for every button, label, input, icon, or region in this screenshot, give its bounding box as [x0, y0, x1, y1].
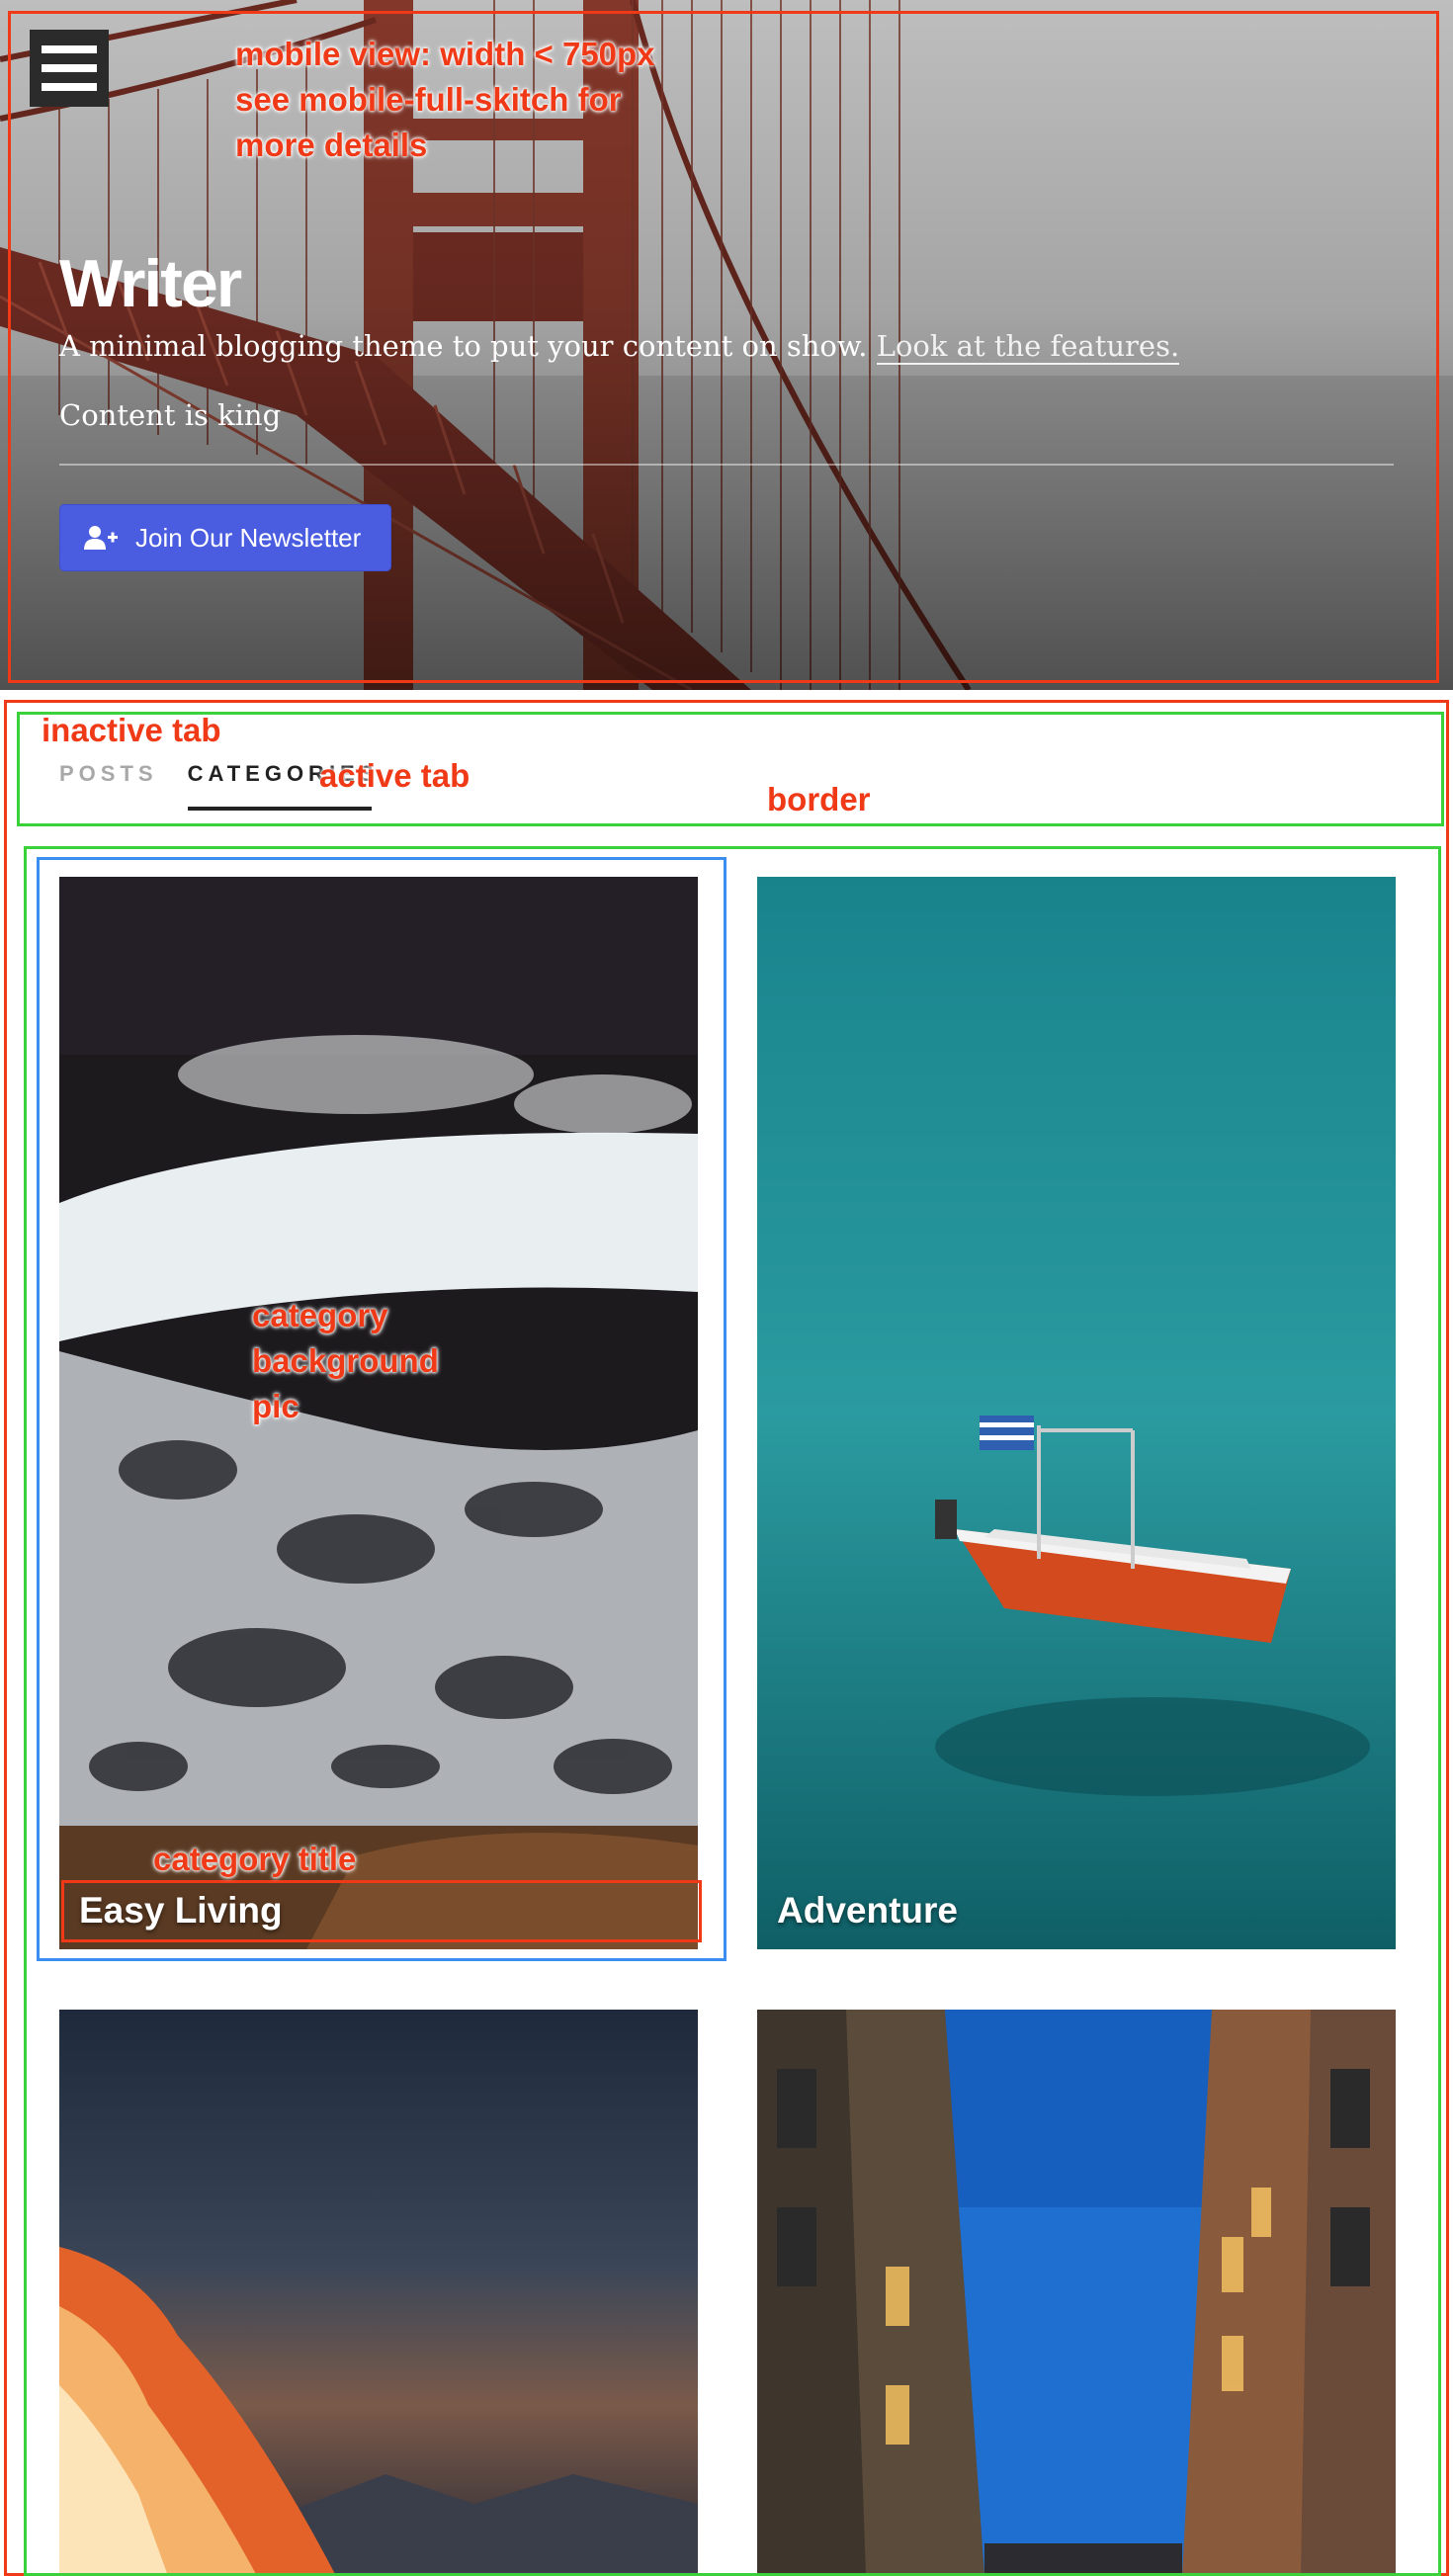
newsletter-button[interactable]: Join Our Newsletter [59, 504, 391, 571]
features-link[interactable]: Look at the features. [876, 329, 1180, 365]
category-card-4[interactable] [757, 2010, 1396, 2576]
category-background-image [757, 2010, 1396, 2576]
category-background-note: category background pic [252, 1297, 439, 1424]
category-card-3[interactable] [59, 2010, 698, 2576]
newsletter-button-label: Join Our Newsletter [135, 522, 362, 553]
site-description: A minimal blogging theme to put your con… [59, 329, 1344, 365]
category-title-note: category title [153, 1841, 357, 1877]
category-title: Adventure [777, 1890, 958, 1931]
site-title: Writer [59, 246, 242, 321]
mobile-view-note: mobile view: width < 750px see mobile-fu… [235, 36, 655, 163]
border-note: border [767, 781, 871, 817]
tab-posts[interactable]: POSTS [59, 761, 158, 811]
site-description-text: A minimal blogging theme to put your con… [59, 329, 868, 363]
category-title: Easy Living [79, 1890, 283, 1931]
hamburger-menu-icon[interactable] [30, 30, 109, 107]
site-tagline: Content is king [59, 398, 282, 432]
user-plus-icon [84, 526, 118, 550]
hero-header: Writer A minimal blogging theme to put y… [0, 0, 1453, 690]
active-tab-note: active tab [319, 757, 470, 794]
inactive-tab-note: inactive tab [42, 712, 221, 748]
category-background-image [757, 877, 1396, 1949]
category-card-adventure[interactable]: Adventure [757, 877, 1396, 1949]
hero-divider [59, 464, 1394, 466]
category-background-image [59, 2010, 698, 2576]
